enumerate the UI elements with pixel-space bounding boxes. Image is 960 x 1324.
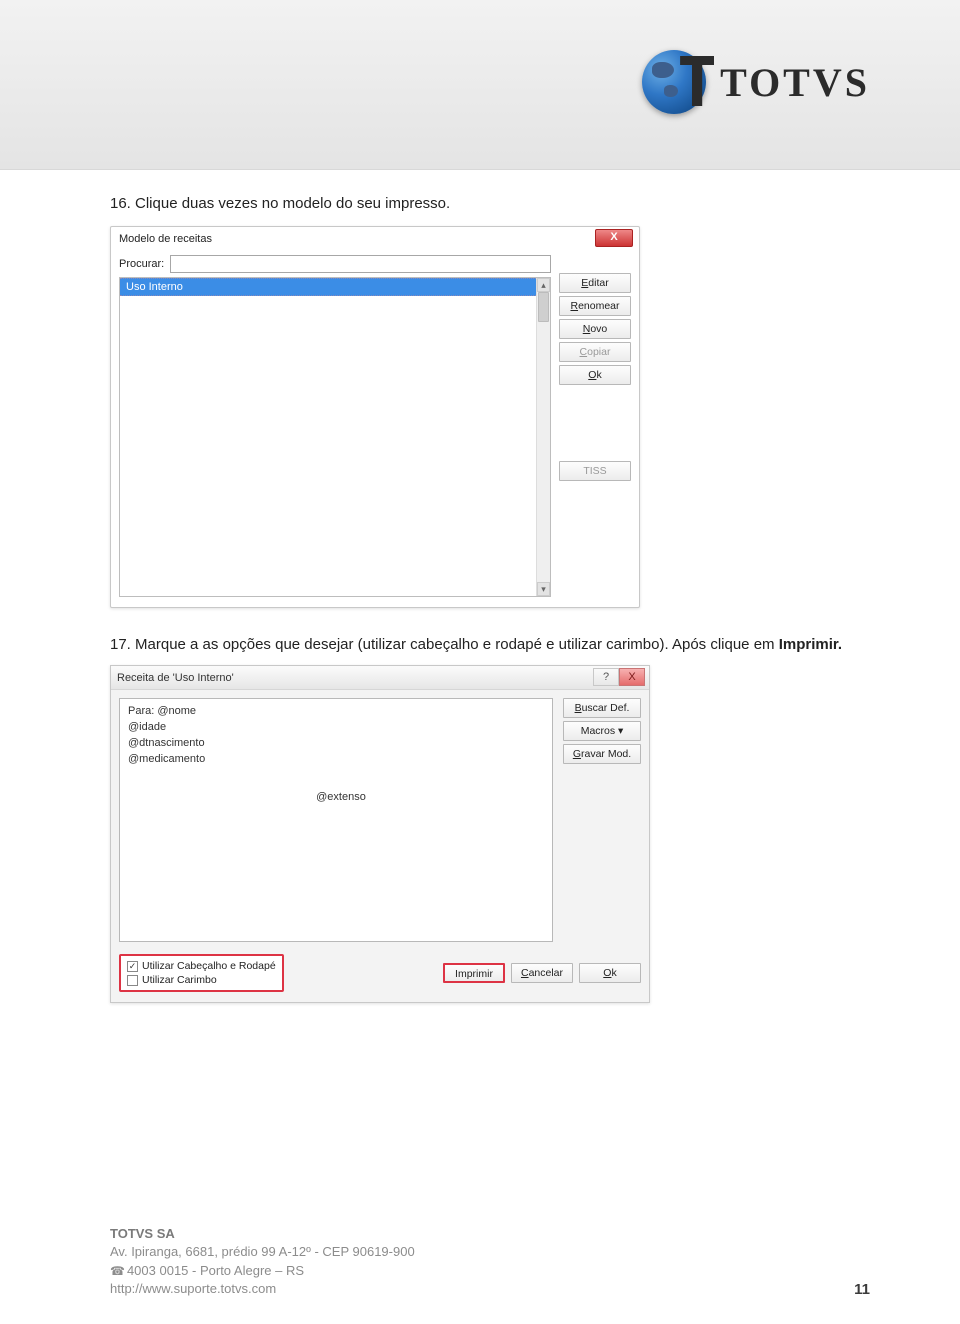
dialog-title: Receita de 'Uso Interno' — [117, 672, 234, 684]
scroll-thumb[interactable] — [538, 292, 549, 322]
editar-button[interactable]: Editar — [559, 273, 631, 293]
footer-company: TOTVS SA — [110, 1225, 870, 1243]
ok-button[interactable]: Ok — [559, 365, 631, 385]
editor-line: @dtnascimento — [128, 737, 544, 749]
macros-button[interactable]: Macros ▾ — [563, 721, 641, 741]
options-highlight-box: ✓ Utilizar Cabeçalho e Rodapé Utilizar C… — [119, 954, 284, 992]
buscar-def-button[interactable]: Buscar Def. — [563, 698, 641, 718]
receita-dialog: Receita de 'Uso Interno' ? X Para: @nome… — [110, 665, 650, 1003]
help-button[interactable]: ? — [593, 668, 619, 686]
close-button[interactable]: X — [619, 668, 645, 686]
checkbox-label: Utilizar Cabeçalho e Rodapé — [142, 960, 276, 972]
checkbox-icon[interactable] — [127, 975, 138, 986]
document-page: TOTVS 16. Clique duas vezes no modelo do… — [0, 0, 960, 1324]
page-header: TOTVS — [0, 0, 960, 170]
editor-line: Para: @nome — [128, 705, 544, 717]
scroll-down-icon[interactable]: ▾ — [537, 582, 550, 596]
procurar-label: Procurar: — [119, 258, 164, 270]
page-content: 16. Clique duas vezes no modelo do seu i… — [110, 195, 870, 1003]
checkbox-icon[interactable]: ✓ — [127, 961, 138, 972]
model-listbox[interactable]: Uso Interno ▴ ▾ — [119, 277, 551, 597]
list-item[interactable]: Uso Interno — [120, 278, 536, 296]
novo-button[interactable]: Novo — [559, 319, 631, 339]
editor-line: @idade — [128, 721, 544, 733]
imprimir-button[interactable]: Imprimir — [443, 963, 505, 983]
editor-macro: @extenso — [316, 791, 366, 803]
procurar-input[interactable] — [170, 255, 551, 273]
scroll-up-icon[interactable]: ▴ — [537, 278, 550, 292]
modelo-receitas-dialog: Modelo de receitas X Procurar: Uso Inter… — [110, 226, 640, 608]
brand-logo: TOTVS — [642, 50, 870, 114]
step-16-text: 16. Clique duas vezes no modelo do seu i… — [110, 195, 870, 212]
dialog-title: Modelo de receitas — [111, 227, 639, 249]
renomear-button[interactable]: Renomear — [559, 296, 631, 316]
ok-button[interactable]: Ok — [579, 963, 641, 983]
close-button[interactable]: X — [595, 229, 633, 247]
copiar-button[interactable]: Copiar — [559, 342, 631, 362]
scrollbar[interactable]: ▴ ▾ — [536, 278, 550, 596]
page-footer: TOTVS SA Av. Ipiranga, 6681, prédio 99 A… — [110, 1225, 870, 1298]
globe-icon — [642, 50, 706, 114]
cancelar-button[interactable]: Cancelar — [511, 963, 573, 983]
footer-url: http://www.suporte.totvs.com — [110, 1280, 870, 1298]
use-stamp-checkbox[interactable]: Utilizar Carimbo — [127, 974, 276, 986]
recipe-editor[interactable]: Para: @nome @idade @dtnascimento @medica… — [119, 698, 553, 942]
use-header-footer-checkbox[interactable]: ✓ Utilizar Cabeçalho e Rodapé — [127, 960, 276, 972]
brand-name: TOTVS — [720, 59, 870, 106]
gravar-mod-button[interactable]: Gravar Mod. — [563, 744, 641, 764]
editor-line: @medicamento — [128, 753, 544, 765]
footer-address: Av. Ipiranga, 6681, prédio 99 A-12º - CE… — [110, 1243, 870, 1261]
footer-phone: 4003 0015 - Porto Alegre – RS — [110, 1262, 870, 1280]
checkbox-label: Utilizar Carimbo — [142, 974, 217, 986]
tiss-button[interactable]: TISS — [559, 461, 631, 481]
page-number: 11 — [854, 1279, 870, 1300]
step-17-text: 17. Marque a as opções que desejar (util… — [110, 636, 870, 653]
